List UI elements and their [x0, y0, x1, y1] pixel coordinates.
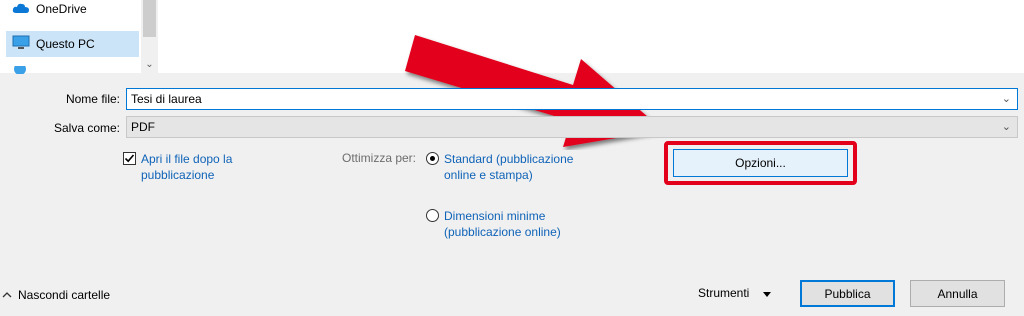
- save-as-type-value: PDF: [131, 120, 155, 134]
- filename-input[interactable]: Tesi di laurea ⌄: [126, 88, 1018, 110]
- filename-label: Nome file:: [65, 92, 120, 106]
- radio-minimal-size-label[interactable]: Dimensioni minime (pubblicazione online): [444, 208, 584, 240]
- nav-item-onedrive[interactable]: OneDrive: [6, 0, 139, 22]
- optimize-for-label: Ottimizza per:: [342, 151, 417, 165]
- publish-button[interactable]: Pubblica: [800, 280, 895, 307]
- open-after-publish-label[interactable]: Apri il file dopo la pubblicazione: [141, 151, 281, 183]
- tools-menu[interactable]: Strumenti: [698, 286, 772, 300]
- save-as-type-select[interactable]: PDF ⌄: [126, 116, 1018, 138]
- radio-minimal-size[interactable]: [426, 209, 439, 222]
- filename-value: Tesi di laurea: [131, 92, 202, 106]
- save-as-type-label: Salva come:: [53, 121, 120, 135]
- hide-folders-label: Nascondi cartelle: [18, 288, 111, 302]
- checkmark-icon: [124, 154, 135, 163]
- cloud-icon: [12, 2, 30, 17]
- nav-item-network[interactable]: [6, 66, 139, 74]
- nav-item-questo-pc[interactable]: Questo PC: [6, 31, 139, 57]
- radio-standard[interactable]: [426, 152, 439, 165]
- computer-icon: [12, 35, 30, 53]
- options-button[interactable]: Opzioni...: [673, 149, 848, 177]
- chevron-up-icon: [2, 288, 12, 302]
- scroll-thumb[interactable]: [143, 0, 156, 37]
- caret-down-icon: [763, 286, 772, 300]
- chevron-down-icon[interactable]: ⌄: [1002, 92, 1011, 105]
- nav-scrollbar[interactable]: ⌄: [141, 0, 158, 73]
- cancel-button[interactable]: Annulla: [910, 280, 1005, 307]
- nav-item-label: OneDrive: [36, 2, 87, 16]
- network-icon: [12, 66, 28, 74]
- chevron-down-icon[interactable]: ⌄: [1002, 120, 1011, 133]
- open-after-publish-checkbox[interactable]: [123, 152, 136, 165]
- nav-item-label: Questo PC: [36, 37, 95, 51]
- radio-standard-label[interactable]: Standard (pubblicazione online e stampa): [444, 151, 584, 183]
- navigation-pane: OneDrive Questo PC: [0, 0, 158, 74]
- chevron-down-icon[interactable]: ⌄: [141, 56, 158, 73]
- hide-folders-toggle[interactable]: Nascondi cartelle: [2, 288, 110, 302]
- tools-label: Strumenti: [698, 286, 750, 300]
